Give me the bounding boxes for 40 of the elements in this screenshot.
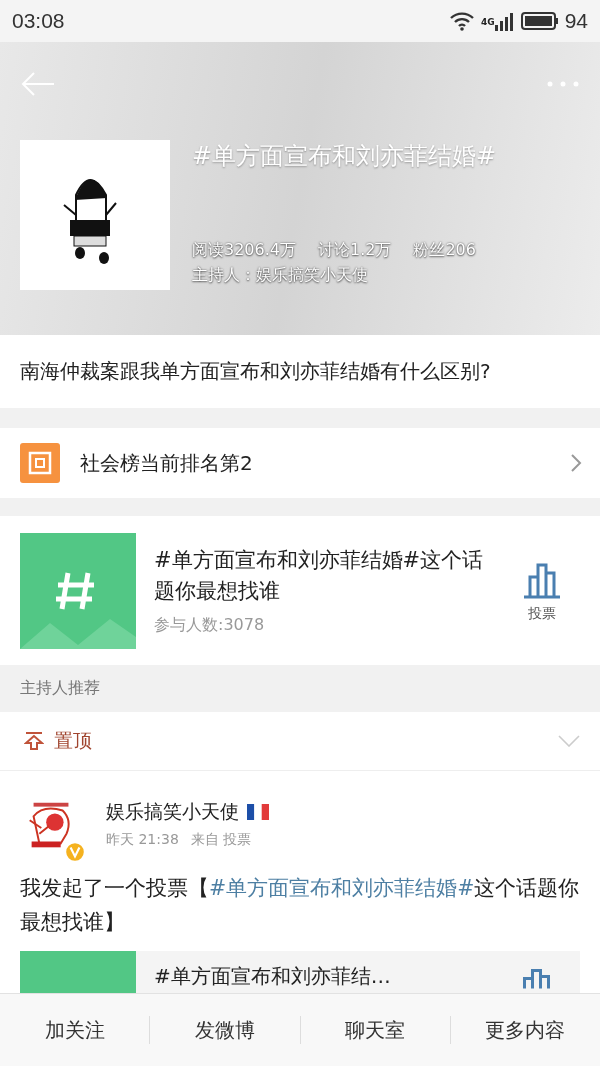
pinned-row[interactable]: 置顶 [0, 712, 600, 771]
signal-icon [494, 11, 515, 31]
topic-link[interactable]: #单方面宣布和刘亦菲结婚# [209, 876, 475, 900]
embedded-vote-card[interactable]: #单方面宣布和刘亦菲结… [20, 951, 580, 993]
rank-text: 社会榜当前排名第2 [80, 449, 254, 477]
pin-top-icon [24, 731, 44, 751]
topic-description: 南海仲裁案跟我单方面宣布和刘亦菲结婚有什么区别? [0, 335, 600, 408]
ranking-icon [20, 443, 60, 483]
topic-stat: 阅读3206.4万 [192, 240, 296, 261]
post-source: 来自 投票 [190, 831, 252, 849]
battery-level: 94 [564, 9, 588, 33]
hashtag-icon [20, 532, 136, 649]
chevron-down-icon[interactable] [558, 735, 580, 747]
rank-row[interactable]: 社会榜当前排名第2 [0, 428, 600, 498]
flag-icon [247, 804, 269, 820]
embedded-title: #单方面宣布和刘亦菲结… [154, 963, 392, 990]
chevron-right-icon [570, 453, 582, 473]
network-type: 4G [481, 17, 495, 27]
section-header: 主持人推荐 [19, 677, 101, 699]
bottom-tab[interactable]: 更多内容 [450, 1006, 600, 1054]
bottom-tab[interactable]: 聊天室 [300, 1006, 450, 1054]
wifi-icon [449, 11, 475, 31]
more-icon[interactable] [546, 80, 580, 88]
post-time: 昨天 21:38 [106, 831, 179, 849]
bar-chart-icon [523, 969, 550, 989]
post-text: 我发起了一个投票【#单方面宣布和刘亦菲结婚#这个话题你最想找谁】 [20, 875, 580, 936]
vote-label: 投票 [528, 604, 556, 623]
bottom-tab[interactable]: 加关注 [0, 1006, 150, 1054]
vote-card[interactable]: #单方面宣布和刘亦菲结婚#这个话题你最想找谁 参与人数:3078 投票 [0, 516, 600, 665]
topic-stat: 粉丝206 [413, 240, 476, 261]
topic-stat: 讨论1.2万 [318, 240, 392, 261]
pinned-label: 置顶 [54, 728, 93, 753]
author-name[interactable]: 娱乐搞笑小天使 [106, 799, 239, 825]
battery-icon [520, 12, 559, 30]
bottom-tab[interactable]: 发微博 [150, 1006, 300, 1054]
participant-count: 参与人数:3078 [154, 615, 266, 636]
host-name: 主持人：娱乐搞笑小天使 [192, 265, 369, 286]
vote-title: #单方面宣布和刘亦菲结婚#这个话题你最想找谁 [154, 547, 484, 605]
clock: 03:08 [12, 9, 65, 33]
back-icon[interactable] [20, 70, 56, 98]
